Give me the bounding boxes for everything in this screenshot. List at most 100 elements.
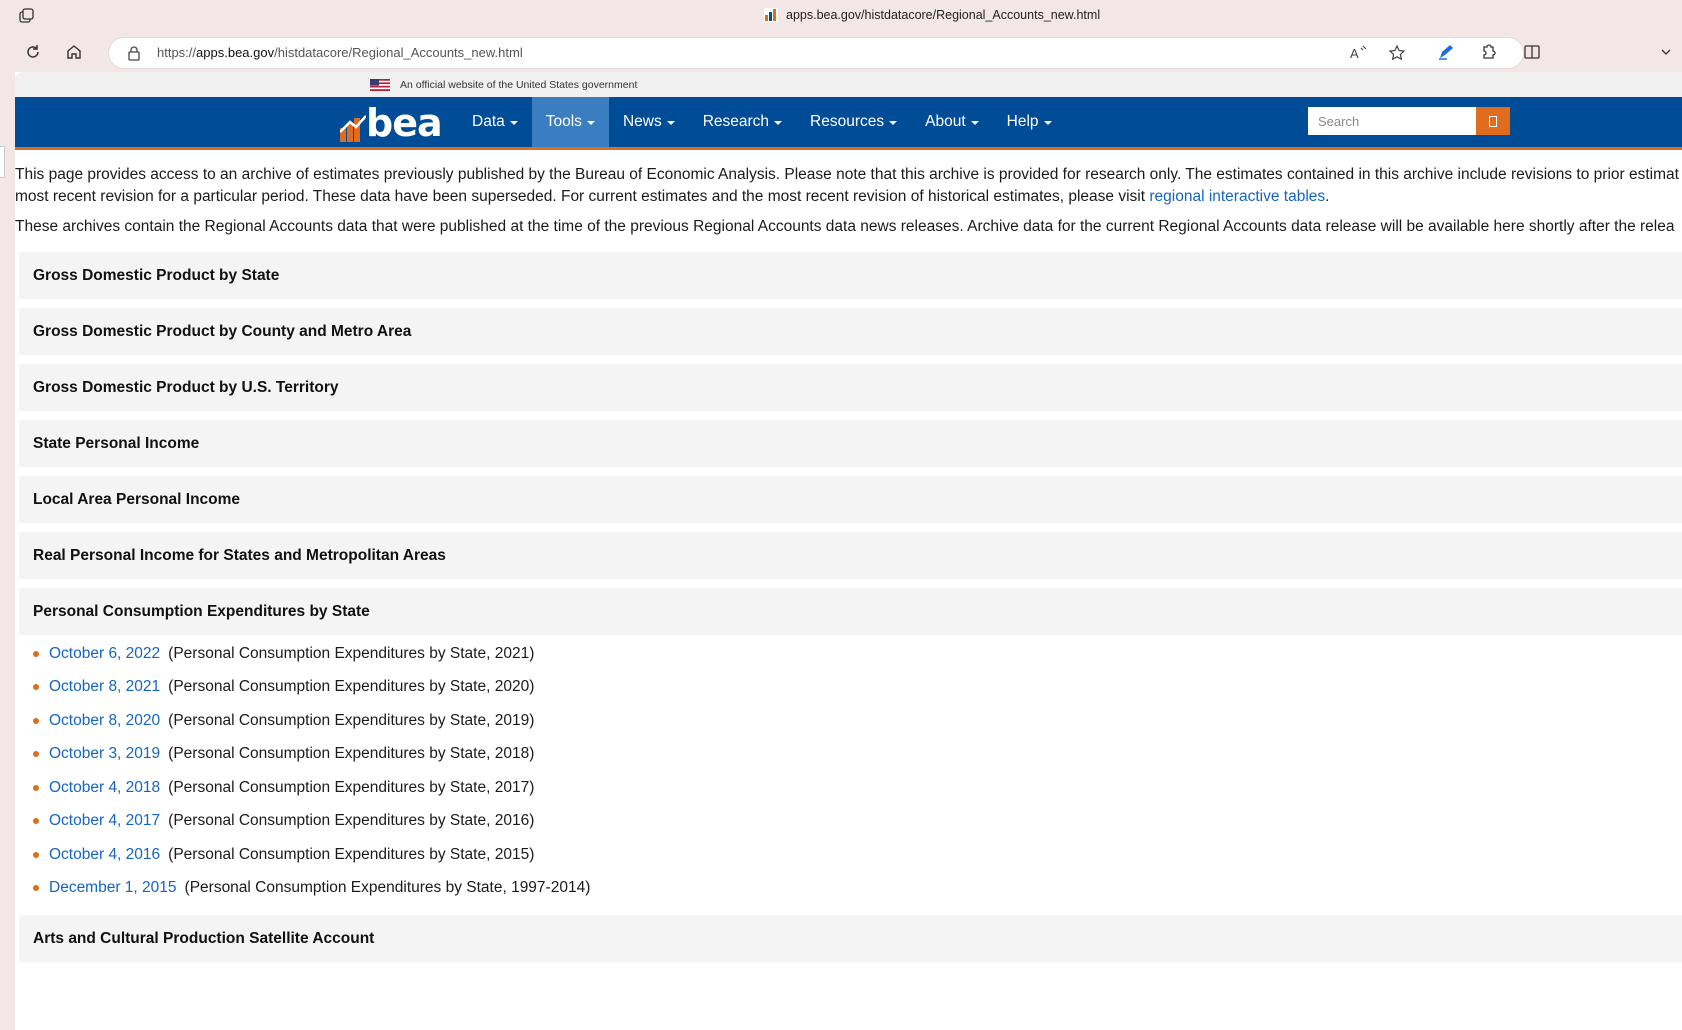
release-date-link[interactable]: October 6, 2022 <box>49 645 160 663</box>
logo-text: bea <box>366 101 443 145</box>
release-date-link[interactable]: October 8, 2020 <box>49 712 160 730</box>
favorite-star-icon[interactable] <box>1387 43 1407 63</box>
web-page: An official website of the United States… <box>15 72 1682 1030</box>
nav-label: Resources <box>810 113 885 130</box>
nav-menu: Data Tools News Research Resources About… <box>458 97 1066 147</box>
list-item: October 4, 2018 (Personal Consumption Exp… <box>33 771 1682 805</box>
chevron-down-icon[interactable] <box>1656 40 1676 64</box>
intro-line-2: most recent revision for a particular pe… <box>15 188 1150 205</box>
browser-sidebar-strip <box>0 72 15 1030</box>
nav-item-data[interactable]: Data <box>458 97 532 147</box>
regional-interactive-tables-link[interactable]: regional interactive tables <box>1149 188 1325 205</box>
release-date-link[interactable]: October 3, 2019 <box>49 745 160 763</box>
nav-label: Research <box>702 113 770 130</box>
release-date-link[interactable]: October 4, 2018 <box>49 779 160 797</box>
bea-logo[interactable]: bea <box>340 101 443 145</box>
browser-titlebar: apps.bea.gov/histdatacore/Regional_Accou… <box>0 0 1682 32</box>
url-host: apps.bea.gov <box>196 45 275 60</box>
refresh-icon[interactable] <box>21 40 45 64</box>
search-button[interactable] <box>1476 107 1510 135</box>
read-aloud-icon[interactable]: A <box>1349 43 1369 63</box>
extensions-icon[interactable] <box>1476 40 1500 64</box>
release-date-link[interactable]: December 1, 2015 <box>49 879 177 897</box>
nav-item-help[interactable]: Help <box>993 97 1066 147</box>
accordion-gdp-by-territory[interactable]: Gross Domestic Product by U.S. Territory <box>19 364 1682 411</box>
copilot-pen-icon[interactable] <box>1434 40 1458 64</box>
home-icon[interactable] <box>62 40 86 64</box>
list-item: December 1, 2015 (Personal Consumption Ex… <box>33 872 1682 906</box>
nav-label: Help <box>1006 113 1039 130</box>
tab-title-text: apps.bea.gov/histdatacore/Regional_Accou… <box>786 8 1101 22</box>
split-screen-icon[interactable] <box>1520 40 1544 64</box>
accordion-state-personal-income[interactable]: State Personal Income <box>19 420 1682 467</box>
bullet-icon <box>33 784 39 791</box>
release-desc: (Personal Consumption Expenditures by St… <box>168 644 535 662</box>
list-item: October 8, 2020 (Personal Consumption Exp… <box>33 704 1682 738</box>
main-content: This page provides access to an archive … <box>15 150 1682 962</box>
bea-logo-icon <box>340 115 366 142</box>
lock-icon[interactable] <box>127 45 141 66</box>
bullet-icon <box>33 751 39 758</box>
url-path: /histdatacore/Regional_Accounts_new.html <box>274 45 523 60</box>
caret-down-icon <box>509 121 518 125</box>
nav-label: About <box>925 113 966 130</box>
sidebar-tab-stub[interactable] <box>0 146 5 178</box>
intro-line-2-end: . <box>1325 188 1330 205</box>
nav-label: Tools <box>545 113 582 130</box>
url-text[interactable]: https://apps.bea.gov/histdatacore/Region… <box>157 45 523 60</box>
release-desc: (Personal Consumption Expenditures by St… <box>168 678 535 696</box>
list-item: October 8, 2021 (Personal Consumption Exp… <box>33 671 1682 705</box>
accordion-gdp-by-state[interactable]: Gross Domestic Product by State <box>19 252 1682 299</box>
url-scheme: https:// <box>157 45 197 60</box>
caret-down-icon <box>970 121 979 125</box>
bullet-icon <box>33 851 39 858</box>
accordion-local-area-personal-income[interactable]: Local Area Personal Income <box>19 476 1682 523</box>
nav-item-research[interactable]: Research <box>689 97 796 147</box>
us-flag-icon <box>370 78 390 91</box>
bullet-icon <box>33 650 39 657</box>
release-date-link[interactable]: October 4, 2016 <box>49 846 160 864</box>
list-item: October 6, 2022 (Personal Consumption Exp… <box>33 637 1682 671</box>
release-desc: (Personal Consumption Expenditures by St… <box>168 711 535 729</box>
search-icon <box>1489 115 1497 127</box>
nav-label: News <box>622 113 662 130</box>
release-desc: (Personal Consumption Expenditures by St… <box>168 778 535 796</box>
nav-item-news[interactable]: News <box>609 97 689 147</box>
pce-release-list: October 6, 2022 (Personal Consumption Exp… <box>33 637 1682 905</box>
accordion-real-personal-income[interactable]: Real Personal Income for States and Metr… <box>19 532 1682 579</box>
caret-down-icon <box>774 121 783 125</box>
workspaces-icon[interactable] <box>18 7 36 25</box>
accordion-pce-by-state[interactable]: Personal Consumption Expenditures by Sta… <box>19 588 1682 635</box>
gov-banner-text: An official website of the United States… <box>400 78 638 91</box>
release-date-link[interactable]: October 8, 2021 <box>49 678 160 696</box>
intro-paragraph: This page provides access to an archive … <box>15 164 1682 208</box>
release-date-link[interactable]: October 4, 2017 <box>49 812 160 830</box>
main-navbar: bea Data Tools News Research Resources A… <box>15 97 1682 150</box>
address-bar[interactable]: https://apps.bea.gov/histdatacore/Region… <box>108 37 1524 69</box>
caret-down-icon <box>666 121 675 125</box>
bullet-icon <box>33 885 39 892</box>
list-item: October 4, 2017 (Personal Consumption Exp… <box>33 805 1682 839</box>
release-desc: (Personal Consumption Expenditures by St… <box>168 745 535 763</box>
search-input[interactable] <box>1308 107 1476 135</box>
caret-down-icon <box>889 121 898 125</box>
release-desc: (Personal Consumption Expenditures by St… <box>168 845 535 863</box>
caret-down-icon <box>1043 121 1052 125</box>
nav-item-tools[interactable]: Tools <box>531 97 609 147</box>
tab-title[interactable]: apps.bea.gov/histdatacore/Regional_Accou… <box>764 8 1100 22</box>
intro-line-1: This page provides access to an archive … <box>15 166 1679 183</box>
nav-item-resources[interactable]: Resources <box>796 97 911 147</box>
archive-note: These archives contain the Regional Acco… <box>15 218 1675 235</box>
bullet-icon <box>33 684 39 691</box>
caret-down-icon <box>586 121 595 125</box>
nav-item-about[interactable]: About <box>911 97 993 147</box>
bullet-icon <box>33 717 39 724</box>
bullet-icon <box>33 818 39 825</box>
release-desc: (Personal Consumption Expenditures by St… <box>168 812 535 830</box>
accordion-arts-cultural-production[interactable]: Arts and Cultural Production Satellite A… <box>19 915 1682 962</box>
svg-text:A: A <box>1350 46 1359 61</box>
accordion-gdp-by-county-metro[interactable]: Gross Domestic Product by County and Met… <box>19 308 1682 355</box>
nav-label: Data <box>472 113 505 130</box>
accordion-list: Gross Domestic Product by State Gross Do… <box>15 252 1682 962</box>
bea-favicon-icon <box>764 8 778 22</box>
